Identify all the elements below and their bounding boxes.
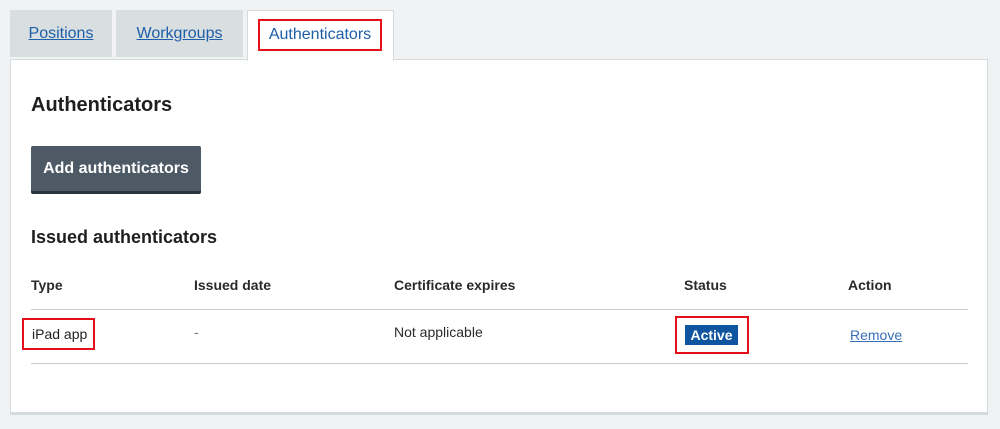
status-badge: Active bbox=[685, 325, 738, 345]
column-header-action: Action bbox=[848, 277, 892, 293]
tab-positions-link[interactable]: Positions bbox=[29, 25, 94, 42]
remove-link[interactable]: Remove bbox=[850, 327, 902, 343]
table-header-divider bbox=[31, 309, 968, 310]
tab-authenticators[interactable]: Authenticators bbox=[247, 10, 394, 61]
cell-issued-date: - bbox=[194, 324, 199, 340]
column-header-certificate-expires: Certificate expires bbox=[394, 277, 516, 293]
tab-positions[interactable]: Positions bbox=[10, 10, 112, 57]
page-title: Authenticators bbox=[31, 94, 173, 116]
tab-workgroups[interactable]: Workgroups bbox=[116, 10, 243, 57]
table-row-divider bbox=[31, 363, 968, 364]
column-header-issued-date: Issued date bbox=[194, 277, 272, 293]
cell-type: iPad app bbox=[22, 318, 95, 350]
tab-workgroups-link[interactable]: Workgroups bbox=[137, 25, 223, 42]
cell-status: Active bbox=[675, 316, 749, 354]
add-authenticators-button[interactable]: Add authenticators bbox=[31, 146, 201, 194]
authenticators-panel: Authenticators Add authenticators Issued… bbox=[10, 59, 988, 415]
issued-authenticators-heading: Issued authenticators bbox=[31, 227, 218, 247]
column-header-status: Status bbox=[684, 277, 727, 293]
cell-certificate-expires: Not applicable bbox=[394, 324, 483, 340]
tab-authenticators-label[interactable]: Authenticators bbox=[258, 19, 382, 51]
column-header-type: Type bbox=[31, 277, 63, 293]
